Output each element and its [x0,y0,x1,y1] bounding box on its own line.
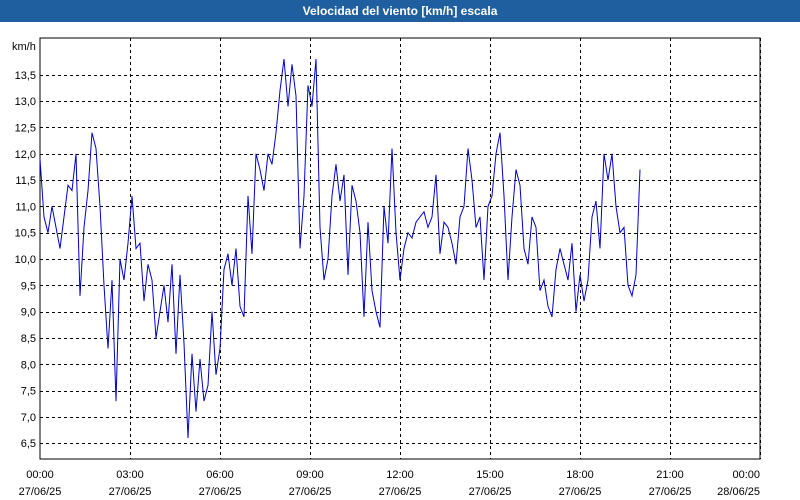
x-tick-date-label: 27/06/25 [109,486,152,498]
y-tick-label: 11,0 [15,201,36,213]
y-tick-label: 8,5 [21,333,36,345]
x-tick-time-label: 00:00 [26,469,54,481]
y-tick-label: 11,5 [15,175,36,187]
line-chart: 6,5 7,0 7,5 8,0 8,5 9,0 9,5 10,0 10,5 11,0 11,5 12,… [12,37,761,498]
x-tick-time-label: 12:00 [386,469,414,481]
x-tick-date-label: 27/06/25 [469,486,512,498]
y-tick-label: 7,0 [21,412,36,424]
y-tick-label: 7,5 [21,386,36,398]
x-tick-time-label: 15:00 [476,469,504,481]
y-tick-label: 10,0 [15,254,36,266]
y-axis-unit-label: km/h [12,41,36,53]
y-tick-label: 8,0 [21,359,36,371]
x-tick-time-label: 06:00 [206,469,234,481]
y-tick-label: 9,0 [21,307,36,319]
y-tick-label: 12,5 [15,122,36,134]
x-tick-time-label: 00:00 [732,469,760,481]
x-tick-time-label: 03:00 [116,469,144,481]
y-tick-label: 10,5 [15,228,36,240]
x-tick-date-label: 27/06/25 [19,486,62,498]
x-tick-date-label: 27/06/25 [289,486,332,498]
x-tick-date-label: 27/06/25 [559,486,602,498]
x-tick-time-label: 18:00 [566,469,594,481]
x-tick-date-label: 27/06/25 [199,486,242,498]
x-axis-ticks: 00:00 27/06/25 03:00 27/06/25 06:00 27/06/25 0… [19,469,760,498]
y-tick-label: 9,5 [21,280,36,292]
y-tick-label: 12,0 [15,149,36,161]
y-tick-label: 13,0 [15,96,36,108]
y-tick-label: 6,5 [21,438,36,450]
y-axis-ticks: 6,5 7,0 7,5 8,0 8,5 9,0 9,5 10,0 10,5 11,0 11,5 12,… [15,70,36,450]
x-tick-time-label: 09:00 [296,469,324,481]
x-tick-date-label: 27/06/25 [379,486,422,498]
x-tick-time-label: 21:00 [656,469,684,481]
x-tick-date-label: 27/06/25 [649,486,692,498]
y-tick-label: 13,5 [15,70,36,82]
x-tick-date-label: 28/06/25 [717,486,760,498]
